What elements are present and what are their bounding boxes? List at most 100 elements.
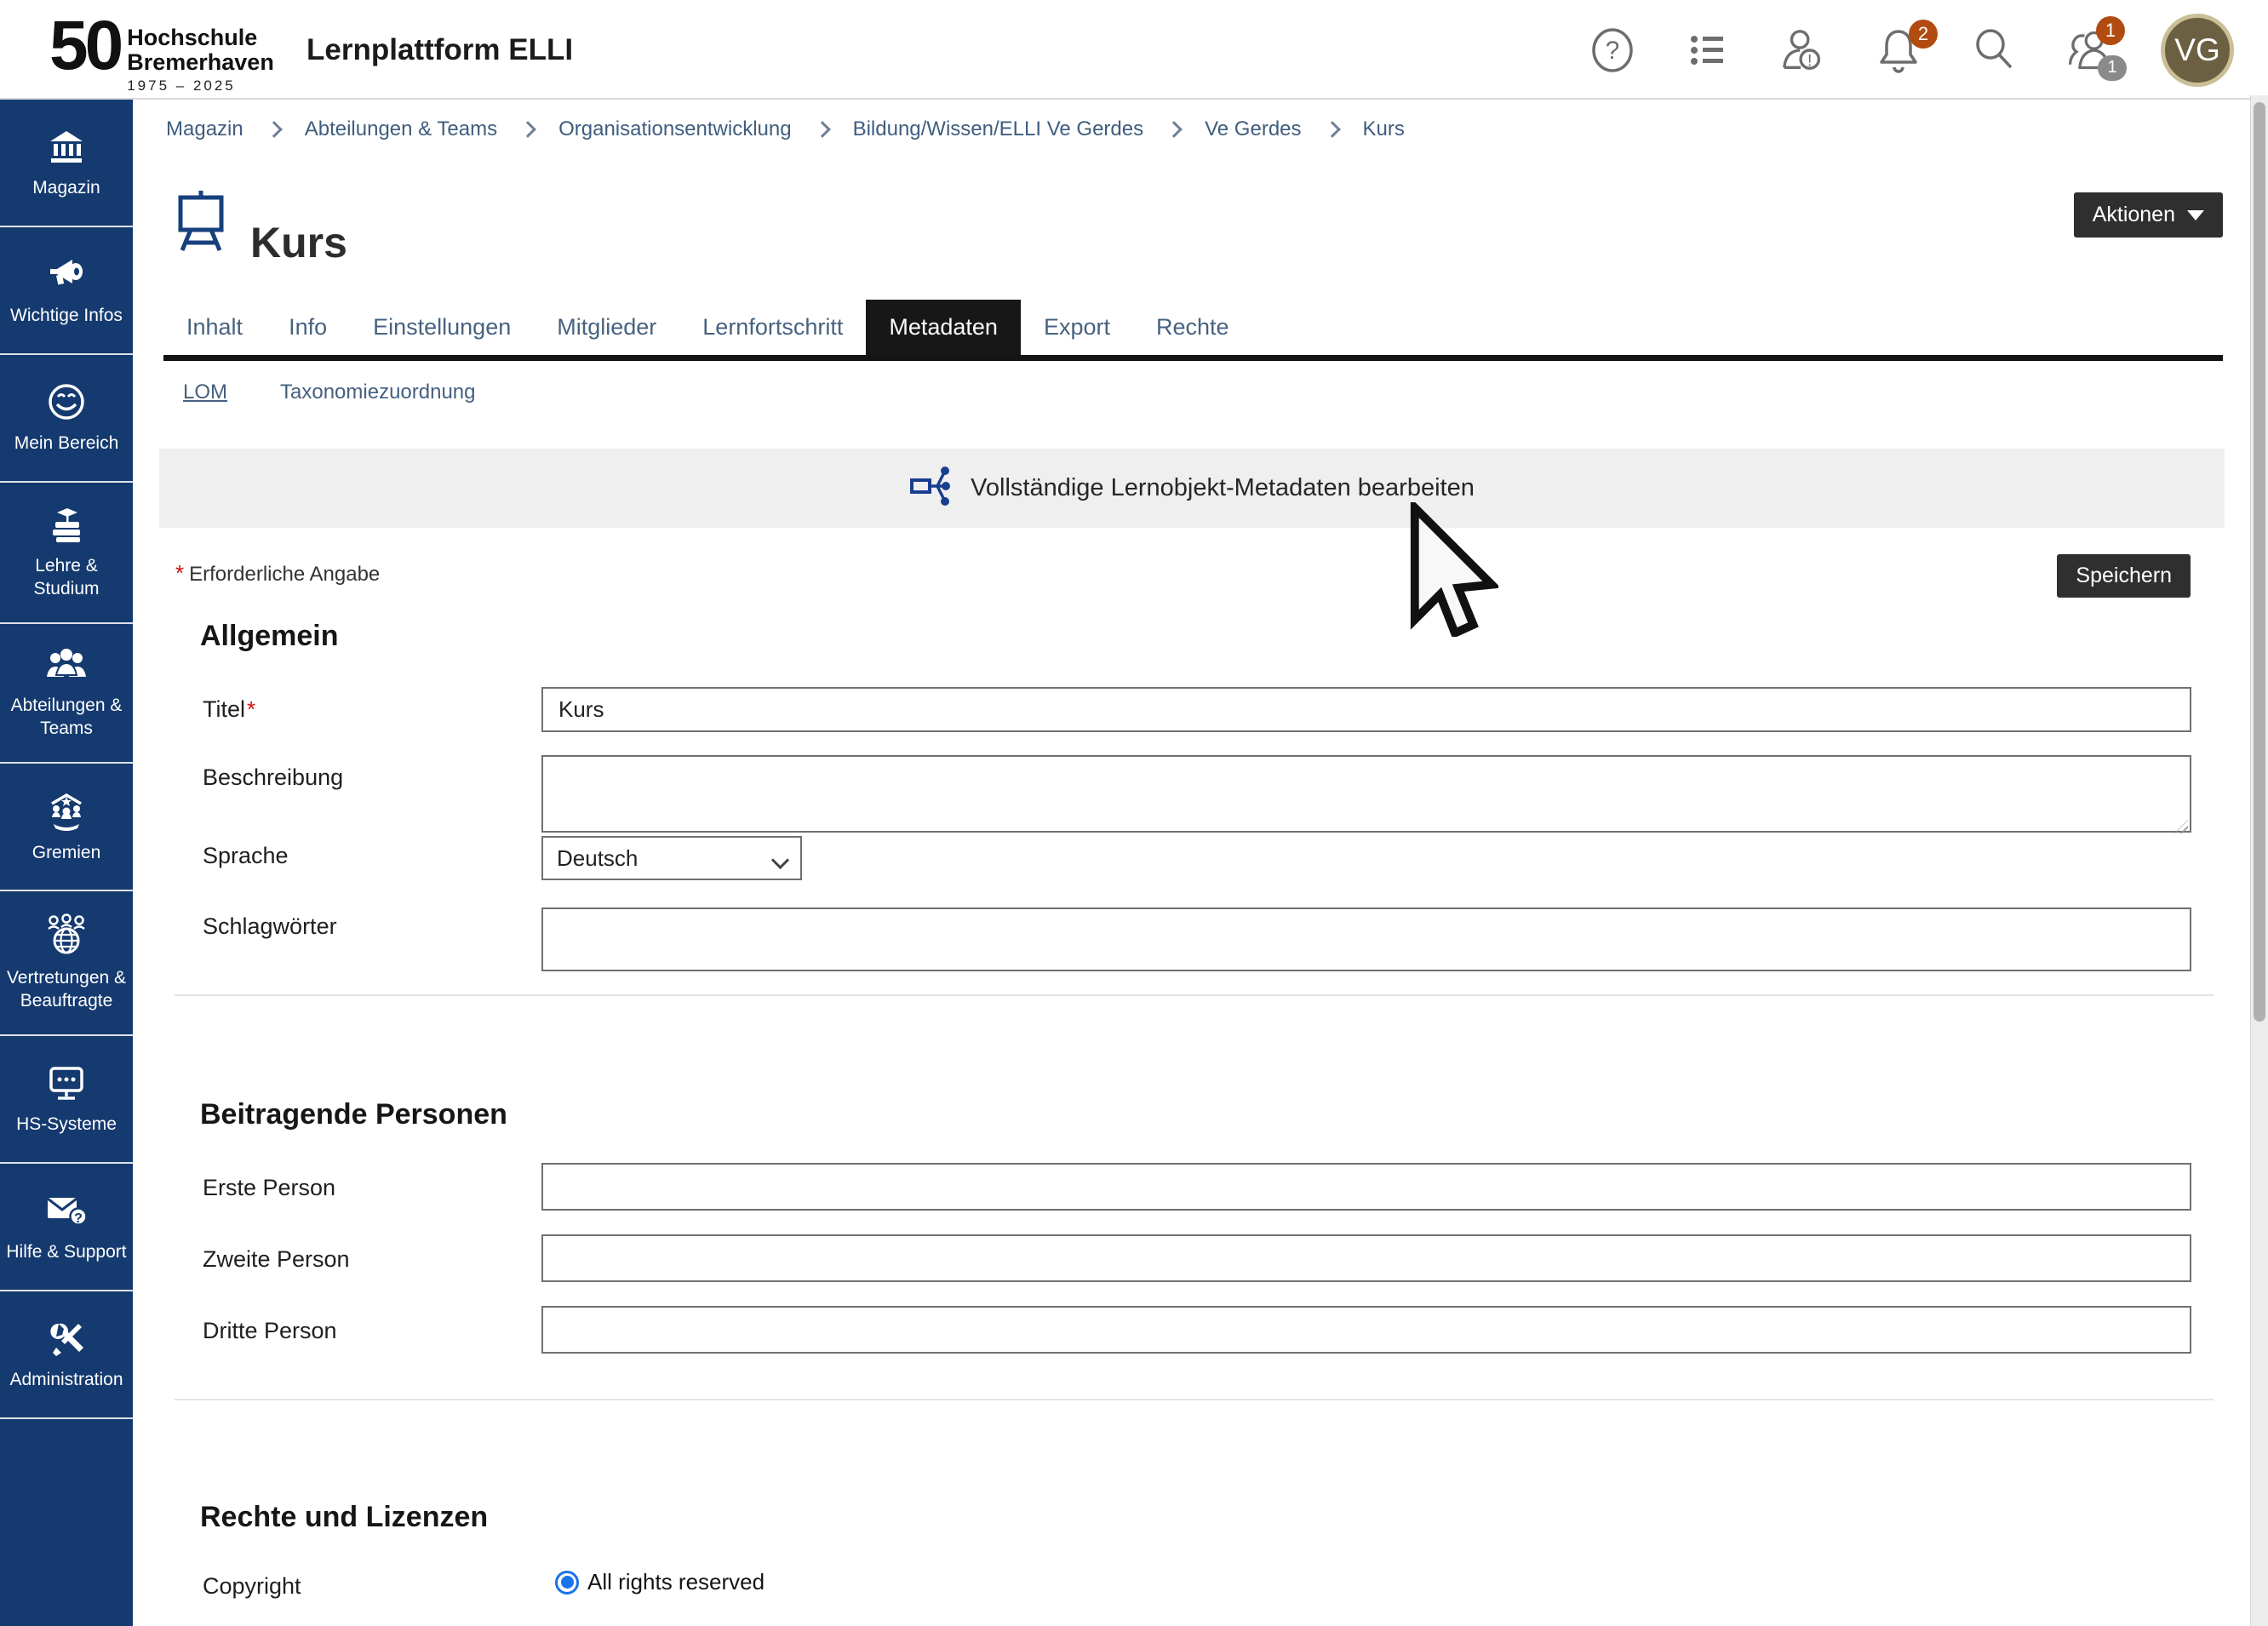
sidebar-item-hilfe-support[interactable]: ? Hilfe & Support (0, 1164, 133, 1291)
breadcrumb: Magazin Abteilungen & Teams Organisation… (166, 100, 1405, 159)
titel-label: Titel* (203, 696, 261, 723)
svg-text:?: ? (74, 1211, 83, 1226)
tab-mitglieder[interactable]: Mitglieder (534, 300, 679, 355)
breadcrumb-item[interactable]: Abteilungen & Teams (305, 117, 497, 141)
beschreibung-textarea[interactable] (541, 755, 2191, 833)
breadcrumb-item[interactable]: Bildung/Wissen/ELLI Ve Gerdes (853, 117, 1144, 141)
copyright-label: Copyright (203, 1573, 301, 1600)
sidebar-item-label: HS-Systeme (16, 1113, 117, 1136)
todo-list-button[interactable] (1684, 26, 1732, 74)
sidebar-item-abteilungen-teams[interactable]: Abteilungen & Teams (0, 624, 133, 764)
tab-einstellungen[interactable]: Einstellungen (350, 300, 534, 355)
logo-name-line1: Hochschule (127, 26, 274, 50)
chevron-right-icon (1166, 121, 1183, 138)
chevron-down-icon (771, 851, 789, 869)
sidebar-item-magazin[interactable]: Magazin (0, 100, 133, 227)
copyright-option-all-rights-reserved[interactable]: All rights reserved (555, 1569, 765, 1595)
schlagwoerter-label: Schlagwörter (203, 913, 337, 940)
sidebar-item-gremien[interactable]: Gremien (0, 764, 133, 891)
required-asterisk: * (175, 560, 184, 586)
contacts-badge-new: 1 (2096, 16, 2125, 45)
titel-input[interactable] (541, 687, 2191, 732)
bank-icon (47, 127, 86, 166)
main-sidebar: Magazin Wichtige Infos (0, 100, 133, 1626)
schlagwoerter-input[interactable] (541, 907, 2191, 971)
sidebar-item-hs-systeme[interactable]: HS-Systeme (0, 1036, 133, 1164)
vertical-scrollbar-thumb[interactable] (2254, 102, 2265, 1022)
books-icon (45, 505, 88, 544)
sprache-label: Sprache (203, 843, 289, 869)
user-avatar[interactable]: VG (2161, 14, 2234, 87)
metadata-nodes-icon (909, 466, 952, 511)
search-button[interactable] (1970, 26, 2018, 74)
committee-icon (45, 790, 88, 831)
sidebar-item-wichtige-infos[interactable]: Wichtige Infos (0, 227, 133, 355)
logo-50: 50 (49, 7, 120, 85)
svg-text:!: ! (1807, 52, 1812, 70)
sidebar-item-label: Gremien (32, 841, 101, 864)
sidebar-item-label: Vertretungen & Beauftragte (3, 966, 129, 1012)
search-icon (1971, 27, 2017, 73)
tab-metadaten[interactable]: Metadaten (866, 300, 1021, 355)
chevron-right-icon (1324, 121, 1341, 138)
monitor-icon (45, 1063, 88, 1102)
radio-selected-icon[interactable] (555, 1571, 579, 1595)
section-heading-beitragende: Beitragende Personen (200, 1098, 507, 1131)
tab-lernfortschritt[interactable]: Lernfortschritt (679, 300, 866, 355)
chevron-right-icon (814, 121, 831, 138)
sidebar-item-label: Wichtige Infos (10, 304, 123, 327)
tab-rechte[interactable]: Rechte (1133, 300, 1252, 355)
tab-info[interactable]: Info (266, 300, 350, 355)
sidebar-item-label: Magazin (32, 176, 100, 199)
subtab-taxonomiezuordnung[interactable]: Taxonomiezuordnung (280, 381, 476, 404)
todo-list-icon (1685, 27, 1731, 73)
breadcrumb-item[interactable]: Organisationsentwicklung (558, 117, 791, 141)
contacts-badge-pending: 1 (2098, 55, 2127, 81)
actions-button[interactable]: Aktionen (2074, 192, 2223, 238)
subtab-bar: LOM Taxonomiezuordnung (183, 381, 476, 404)
university-logo[interactable]: 50 Hochschule Bremerhaven 1975 – 2025 (49, 7, 274, 94)
tools-icon (46, 1319, 87, 1358)
tab-export[interactable]: Export (1021, 300, 1133, 355)
subtab-lom[interactable]: LOM (183, 381, 227, 404)
notifications-button[interactable]: 2 (1875, 26, 1922, 74)
vertical-scrollbar-track[interactable] (2250, 95, 2268, 1626)
user-status-button[interactable]: ! (1779, 26, 1827, 74)
sidebar-item-administration[interactable]: Administration (0, 1291, 133, 1419)
save-button[interactable]: Speichern (2057, 554, 2191, 598)
svg-text:?: ? (1606, 37, 1620, 65)
breadcrumb-item[interactable]: Magazin (166, 117, 243, 141)
edit-full-metadata-banner[interactable]: Vollständige Lernobjekt-Metadaten bearbe… (159, 449, 2225, 528)
page-title: Kurs (250, 218, 347, 267)
megaphone-icon (45, 255, 88, 294)
section-divider (175, 1399, 2214, 1400)
sidebar-item-label: Mein Bereich (14, 432, 119, 455)
app-root: 50 Hochschule Bremerhaven 1975 – 2025 Le… (0, 0, 2268, 1626)
notifications-badge: 2 (1909, 20, 1938, 49)
chevron-down-icon (2187, 210, 2204, 220)
sidebar-item-label: Abteilungen & Teams (3, 694, 129, 740)
section-divider (175, 994, 2214, 996)
user-status-icon: ! (1779, 26, 1827, 75)
app-title: Lernplattform ELLI (306, 0, 573, 100)
smiley-icon (47, 382, 86, 421)
breadcrumb-item[interactable]: Kurs (1363, 117, 1405, 141)
required-field-note: *Erforderliche Angabe (175, 560, 380, 587)
tab-bar: Inhalt Info Einstellungen Mitglieder Ler… (163, 300, 2223, 361)
sidebar-item-vertretungen-beauftragte[interactable]: Vertretungen & Beauftragte (0, 891, 133, 1036)
section-heading-rechte: Rechte und Lizenzen (200, 1501, 488, 1534)
top-header: 50 Hochschule Bremerhaven 1975 – 2025 Le… (0, 0, 2268, 100)
tab-inhalt[interactable]: Inhalt (163, 300, 266, 355)
edit-full-metadata-label: Vollständige Lernobjekt-Metadaten bearbe… (971, 474, 1475, 502)
sidebar-item-mein-bereich[interactable]: Mein Bereich (0, 355, 133, 483)
sprache-select[interactable]: Deutsch (541, 836, 802, 880)
contacts-button[interactable]: 1 1 (2065, 26, 2113, 74)
help-button[interactable]: ? (1589, 26, 1636, 74)
dritte-person-input[interactable] (541, 1306, 2191, 1354)
zweite-person-label: Zweite Person (203, 1246, 350, 1273)
sidebar-item-lehre-studium[interactable]: Lehre & Studium (0, 483, 133, 624)
globe-people-icon (45, 913, 88, 956)
erste-person-input[interactable] (541, 1163, 2191, 1211)
breadcrumb-item[interactable]: Ve Gerdes (1205, 117, 1301, 141)
zweite-person-input[interactable] (541, 1234, 2191, 1282)
